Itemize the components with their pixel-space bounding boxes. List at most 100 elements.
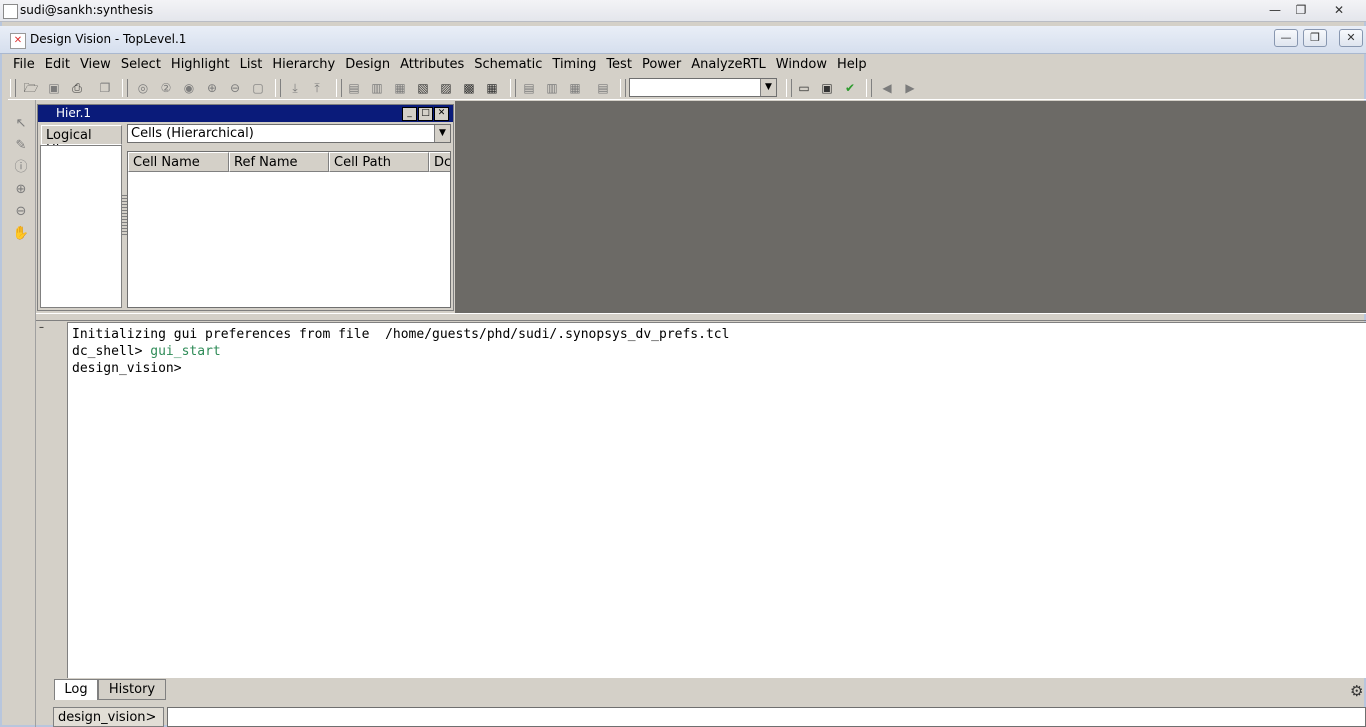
console-gutter: –	[36, 322, 68, 678]
app-close-button[interactable]: ✕	[1339, 29, 1363, 47]
menu-hierarchy[interactable]: Hierarchy	[267, 54, 340, 73]
menu-view[interactable]: View	[75, 54, 116, 73]
command-input[interactable]	[167, 707, 1366, 727]
menu-analyzertl[interactable]: AnalyzeRTL	[686, 54, 771, 73]
print-icon[interactable]: ⎙	[68, 79, 86, 97]
zoom-in-icon[interactable]: ⊕	[12, 181, 30, 199]
toolbar-grip[interactable]	[786, 79, 792, 97]
pop-up-icon[interactable]: ⤒	[308, 79, 326, 97]
menu-attributes[interactable]: Attributes	[395, 54, 469, 73]
layout-icon[interactable]: ▭	[795, 79, 813, 97]
app-window-title: Design Vision - TopLevel.1	[30, 32, 187, 46]
menu-file[interactable]: File	[8, 54, 40, 73]
menu-edit[interactable]: Edit	[40, 54, 75, 73]
column-header-cell-name[interactable]: Cell Name	[128, 152, 229, 172]
app-minimize-button[interactable]: —	[1274, 29, 1298, 47]
hier-maximize-button[interactable]: □	[418, 107, 433, 121]
select-pointer-icon[interactable]: ↖	[12, 115, 30, 133]
zoom-fit-icon[interactable]: ◎	[134, 79, 152, 97]
menu-design[interactable]: Design	[340, 54, 395, 73]
hier-window-title: Hier.1	[56, 106, 92, 120]
console-line: dc_shell> gui_start	[72, 344, 221, 359]
left-tool-strip: ↖ ✎ ⓘ ⊕ ⊖ ✋	[8, 100, 36, 727]
toolbar-grip[interactable]	[275, 79, 281, 97]
zoom-previous-icon[interactable]: ◉	[180, 79, 198, 97]
menu-bar: File Edit View Select Highlight List Hierarchy…	[8, 54, 1366, 75]
push-down-icon[interactable]: ⤓	[286, 79, 304, 97]
console-line: Initializing gui preferences from file /…	[72, 327, 730, 342]
menu-highlight[interactable]: Highlight	[166, 54, 235, 73]
terminal-icon	[3, 4, 18, 19]
open-folder-icon[interactable]: 🗁	[22, 79, 40, 97]
path-schematic-icon[interactable]: ▥	[368, 79, 386, 97]
outer-window-titlebar: sudi@sankh:synthesis — ❐ ✕	[0, 0, 1366, 22]
command-prompt-label: design_vision>	[53, 707, 164, 727]
toolbar-grip[interactable]	[866, 79, 872, 97]
chevron-down-icon[interactable]: ▼	[434, 125, 450, 142]
design-schematic-icon[interactable]: ▨	[437, 79, 455, 97]
menu-window[interactable]: Window	[771, 54, 832, 73]
console-command: gui_start	[150, 344, 221, 359]
check-design-icon[interactable]: ✔	[841, 79, 859, 97]
toolbar-grip[interactable]	[10, 79, 16, 97]
zoom-2-icon[interactable]: ②	[157, 79, 175, 97]
zoom-out-icon[interactable]: ⊖	[226, 79, 244, 97]
symbol-view-icon[interactable]: ▦	[391, 79, 409, 97]
logical-hierarchy-tree[interactable]	[40, 145, 122, 308]
timing-path-icon[interactable]: ▤	[520, 79, 538, 97]
console-tabs: Log History	[52, 679, 1366, 701]
design-vision-app-icon: ✕	[10, 33, 26, 49]
tab-log[interactable]: Log	[54, 679, 98, 700]
menu-select[interactable]: Select	[116, 54, 166, 73]
hier-minimize-button[interactable]: _	[402, 107, 417, 121]
pencil-icon[interactable]: ✎	[12, 137, 30, 155]
toolbar-design-combo[interactable]: ▼	[629, 78, 777, 97]
back-icon[interactable]: ◀	[878, 79, 896, 97]
add-fanout-icon[interactable]: ▦	[483, 79, 501, 97]
info-icon[interactable]: ⓘ	[12, 159, 30, 177]
gear-icon[interactable]: ⚙	[1350, 683, 1366, 699]
histogram-icon[interactable]: ▥	[543, 79, 561, 97]
cell-table[interactable]: Cell Name Ref Name Cell Path Dc	[127, 151, 451, 308]
outer-close-button[interactable]: ✕	[1328, 2, 1350, 18]
app-maximize-button[interactable]: ❐	[1303, 29, 1327, 47]
hier-close-button[interactable]: ✕	[434, 107, 449, 121]
menu-help[interactable]: Help	[832, 54, 872, 73]
outer-maximize-button[interactable]: ❐	[1290, 2, 1312, 18]
toolbar-grip[interactable]	[620, 79, 626, 97]
zoom-out-icon[interactable]: ⊖	[12, 203, 30, 221]
copy-icon[interactable]: ❐	[96, 79, 114, 97]
hier-schematic-icon[interactable]: ▧	[414, 79, 432, 97]
collapse-icon[interactable]: –	[39, 322, 44, 333]
zoom-all-icon[interactable]: ▢	[249, 79, 267, 97]
column-header-dc[interactable]: Dc	[429, 152, 450, 172]
window-list-icon[interactable]: ▣	[818, 79, 836, 97]
toolbar-grip[interactable]	[336, 79, 342, 97]
save-icon[interactable]: ▣	[45, 79, 63, 97]
menu-schematic[interactable]: Schematic	[469, 54, 547, 73]
path-profile-icon[interactable]: ▦	[566, 79, 584, 97]
outer-minimize-button[interactable]: —	[1264, 2, 1286, 18]
toolbar-grip[interactable]	[122, 79, 128, 97]
tab-history[interactable]: History	[98, 679, 166, 700]
menu-test[interactable]: Test	[601, 54, 637, 73]
add-fanin-icon[interactable]: ▩	[460, 79, 478, 97]
pan-hand-icon[interactable]: ✋	[12, 225, 30, 243]
menu-power[interactable]: Power	[637, 54, 686, 73]
column-header-ref-name[interactable]: Ref Name	[229, 152, 329, 172]
menu-list[interactable]: List	[235, 54, 268, 73]
logical-hierarchy-tab[interactable]: Logical Hier	[41, 125, 122, 158]
chevron-down-icon[interactable]: ▼	[760, 79, 776, 96]
menu-timing[interactable]: Timing	[547, 54, 601, 73]
column-header-cell-path[interactable]: Cell Path	[329, 152, 429, 172]
report-icon[interactable]: ▤	[594, 79, 612, 97]
hier-window-titlebar[interactable]: Hier.1 _ □ ✕	[38, 105, 453, 122]
forward-icon[interactable]: ▶	[901, 79, 919, 97]
console-splitter[interactable]	[36, 313, 1366, 321]
toolbar-grip[interactable]	[510, 79, 516, 97]
cells-filter-select[interactable]: Cells (Hierarchical) ▼	[127, 124, 451, 143]
zoom-in-icon[interactable]: ⊕	[203, 79, 221, 97]
schematic-view-icon[interactable]: ▤	[345, 79, 363, 97]
console-line: design_vision>	[72, 361, 190, 376]
console-log[interactable]: Initializing gui preferences from file /…	[67, 322, 1366, 678]
